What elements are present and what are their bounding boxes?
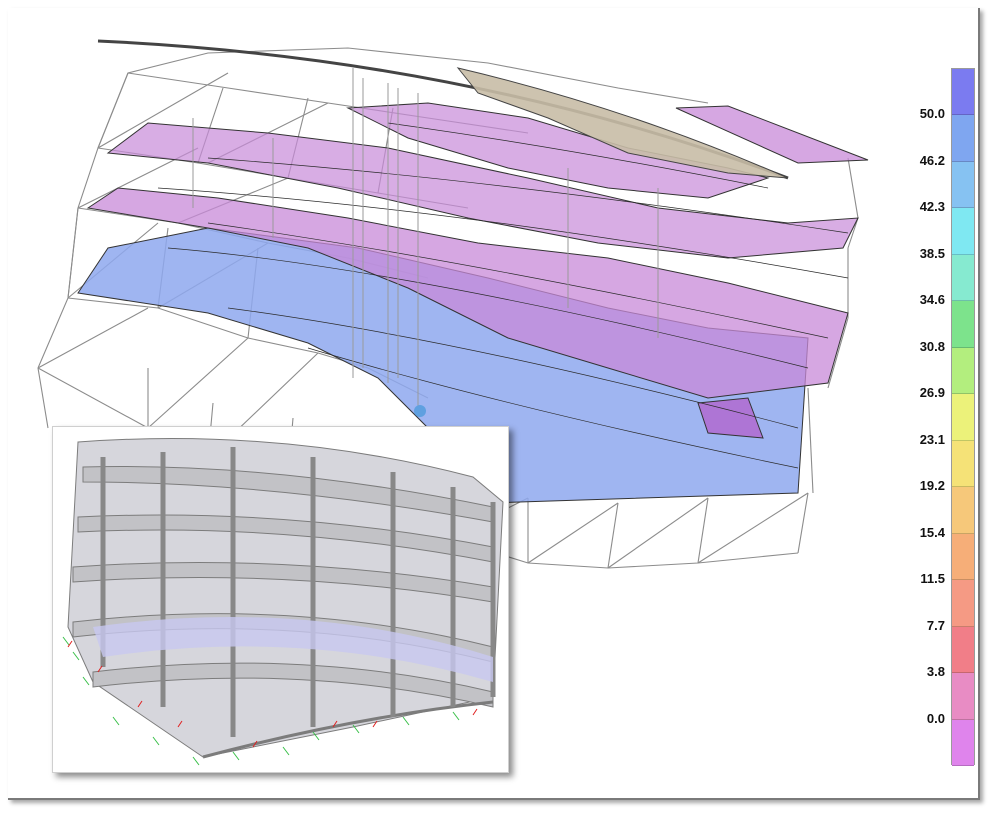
legend-value-label: 42.3 — [919, 199, 945, 215]
legend-value-label: 19.2 — [919, 478, 945, 494]
legend-value-label: 3.8 — [926, 664, 945, 680]
legend-value-label: 46.2 — [919, 152, 945, 168]
legend-swatch — [952, 673, 974, 720]
contour-legend: 50.0 46.2 42.3 38.5 34.6 30.8 26.9 23.1 19.2 15.4… — [903, 68, 983, 783]
legend-swatch — [952, 301, 974, 348]
inset-extruded-view[interactable] — [52, 426, 509, 773]
legend-value-label: 38.5 — [919, 245, 945, 261]
legend-swatch — [952, 254, 974, 302]
legend-swatch — [952, 580, 974, 627]
legend-value-label: 30.8 — [919, 338, 945, 354]
legend-swatch — [952, 440, 974, 488]
legend-swatch — [952, 719, 974, 766]
legend-swatch — [952, 487, 974, 534]
legend-value-label: 7.7 — [926, 617, 945, 633]
legend-swatch — [952, 161, 974, 209]
legend-swatch — [952, 115, 974, 162]
legend-swatch — [952, 533, 974, 581]
legend-value-label: 26.9 — [919, 385, 945, 401]
selected-node[interactable] — [414, 405, 426, 417]
legend-value-label: 23.1 — [919, 431, 945, 447]
legend-swatch — [952, 69, 974, 116]
legend-value-label: 34.6 — [919, 292, 945, 308]
graphics-viewport[interactable]: 50.0 46.2 42.3 38.5 34.6 30.8 26.9 23.1 19.2 15.4… — [8, 8, 980, 800]
legend-swatch — [952, 394, 974, 441]
legend-swatch — [952, 347, 974, 395]
legend-swatch — [952, 626, 974, 674]
legend-color-bar — [951, 68, 975, 766]
legend-value-label: 11.5 — [920, 571, 945, 587]
extruded-frame — [67, 438, 504, 759]
legend-value-label: 50.0 — [919, 106, 945, 122]
legend-value-label: 15.4 — [919, 524, 945, 540]
legend-value-label: 0.0 — [926, 710, 945, 726]
legend-swatch — [952, 208, 974, 255]
